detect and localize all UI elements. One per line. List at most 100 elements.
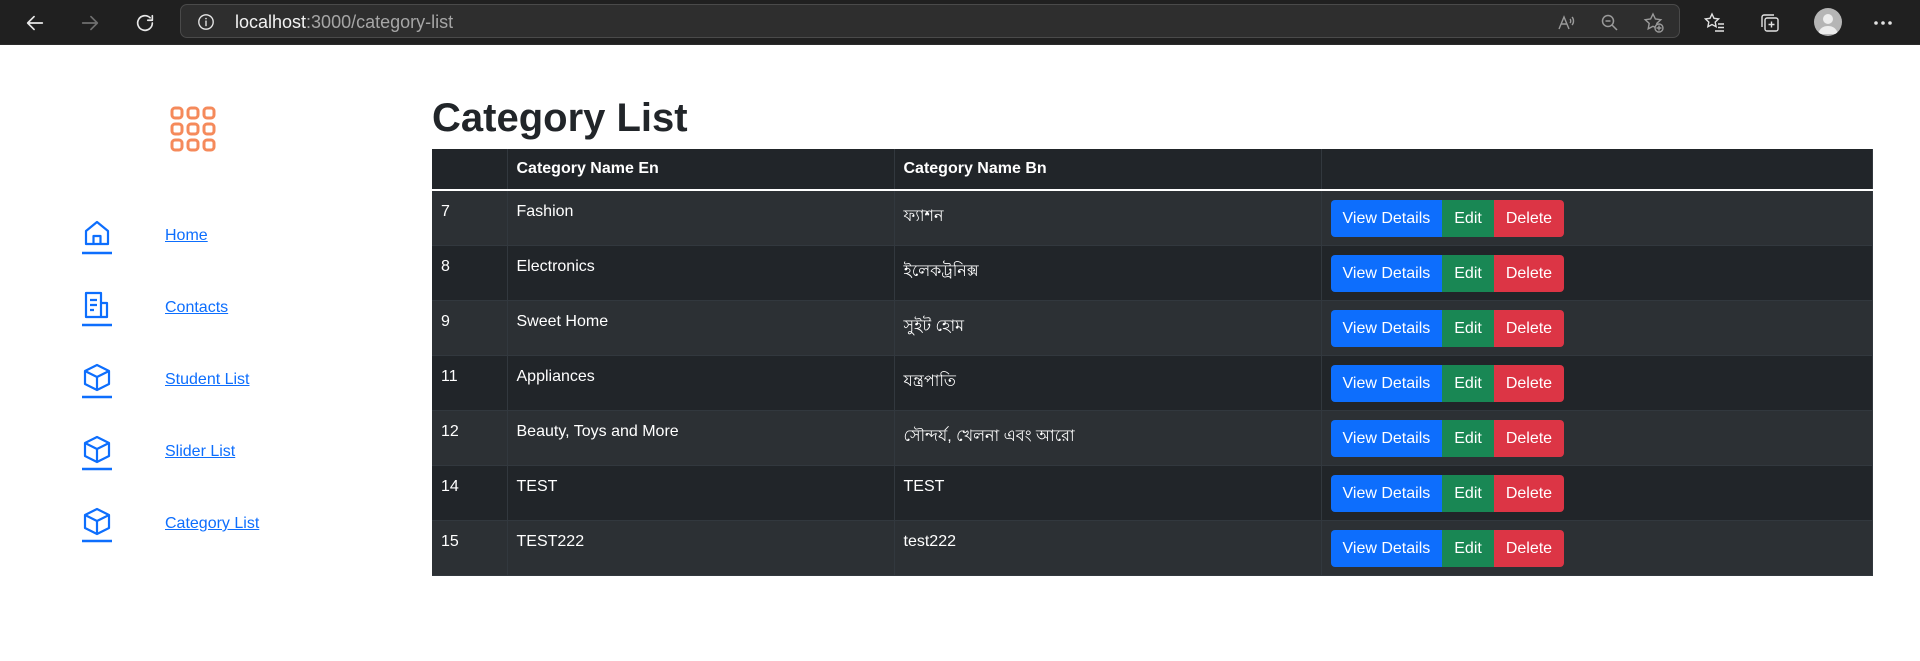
- cell-name-en: TEST: [507, 465, 895, 521]
- column-header-name-bn: Category Name Bn: [894, 149, 1322, 191]
- view-details-button[interactable]: View Details: [1330, 419, 1443, 457]
- sidebar-item-contacts[interactable]: Contacts: [80, 289, 340, 329]
- collections-button[interactable]: [1755, 8, 1785, 38]
- table-row: 14 TEST TEST View Details Edit Delete: [432, 465, 1873, 521]
- edit-button[interactable]: Edit: [1442, 200, 1494, 237]
- url-text[interactable]: localhost:3000/category-list: [235, 12, 453, 32]
- column-header-name-en: Category Name En: [507, 149, 895, 191]
- view-details-button[interactable]: View Details: [1330, 364, 1443, 402]
- edit-button[interactable]: Edit: [1442, 254, 1494, 292]
- back-button[interactable]: [18, 6, 52, 40]
- more-icon: [1874, 21, 1892, 25]
- profile-avatar[interactable]: [1814, 8, 1842, 36]
- refresh-button[interactable]: [128, 6, 162, 40]
- sidebar-link-slider-list[interactable]: Slider List: [165, 443, 235, 461]
- cell-id: 15: [432, 520, 508, 576]
- cell-actions: View Details Edit Delete: [1321, 355, 1873, 411]
- edit-button[interactable]: Edit: [1442, 419, 1494, 457]
- edit-button[interactable]: Edit: [1442, 529, 1494, 567]
- cell-id: 12: [432, 410, 508, 466]
- delete-button[interactable]: Delete: [1493, 529, 1565, 567]
- cell-name-en: Fashion: [507, 190, 895, 246]
- info-icon[interactable]: [197, 13, 215, 31]
- sidebar-link-contacts[interactable]: Contacts: [165, 299, 228, 317]
- arrow-left-icon: [26, 15, 44, 31]
- sidebar-item-category-list[interactable]: Category List: [80, 505, 340, 545]
- edit-button[interactable]: Edit: [1442, 474, 1494, 512]
- cell-id: 11: [432, 355, 508, 411]
- cell-actions: View Details Edit Delete: [1321, 300, 1873, 356]
- cell-name-en: Appliances: [507, 355, 895, 411]
- sidebar-link-student-list[interactable]: Student List: [165, 371, 250, 389]
- edit-button[interactable]: Edit: [1442, 309, 1494, 347]
- view-details-button[interactable]: View Details: [1330, 309, 1443, 347]
- cell-id: 14: [432, 465, 508, 521]
- page-title: Category List: [432, 96, 688, 140]
- arrow-right-icon: [81, 15, 99, 31]
- view-details-button[interactable]: View Details: [1330, 200, 1443, 237]
- table-row: 12 Beauty, Toys and More সৌন্দর্য, খেলনা…: [432, 410, 1873, 466]
- address-bar[interactable]: localhost:3000/category-list: [180, 4, 1680, 38]
- favorites-button[interactable]: [1700, 8, 1730, 38]
- home-icon: [82, 220, 112, 255]
- contacts-icon: [82, 291, 112, 327]
- table-row: 9 Sweet Home সুইট হোম View Details Edit …: [432, 300, 1873, 356]
- column-header-actions: [1321, 149, 1873, 191]
- cube-icon: [82, 363, 112, 399]
- delete-button[interactable]: Delete: [1493, 419, 1565, 457]
- delete-button[interactable]: Delete: [1493, 364, 1565, 402]
- url-path: :3000/category-list: [306, 12, 454, 32]
- settings-more-button[interactable]: [1868, 8, 1898, 38]
- cell-id: 8: [432, 245, 508, 301]
- url-host: localhost: [235, 12, 307, 32]
- read-aloud-icon[interactable]: [1555, 12, 1577, 34]
- edit-button[interactable]: Edit: [1442, 364, 1494, 402]
- cell-actions: View Details Edit Delete: [1321, 520, 1873, 576]
- view-details-button[interactable]: View Details: [1330, 474, 1443, 512]
- cell-name-bn: TEST: [894, 465, 1322, 521]
- cell-name-en: Beauty, Toys and More: [507, 410, 895, 466]
- view-details-button[interactable]: View Details: [1330, 254, 1443, 292]
- sidebar-item-student-list[interactable]: Student List: [80, 361, 340, 401]
- cell-name-bn: সৌন্দর্য, খেলনা এবং আরো: [894, 410, 1322, 466]
- cube-icon: [82, 435, 112, 471]
- cell-name-bn: সুইট হোম: [894, 300, 1322, 356]
- forward-button[interactable]: [73, 6, 107, 40]
- table-row: 11 Appliances যন্ত্রপাতি View Details Ed…: [432, 355, 1873, 411]
- refresh-icon: [136, 14, 154, 32]
- cell-id: 9: [432, 300, 508, 356]
- column-header-id: [432, 149, 508, 191]
- user-icon: [1818, 14, 1838, 34]
- zoom-out-icon[interactable]: [1599, 12, 1621, 34]
- cell-name-en: Electronics: [507, 245, 895, 301]
- cell-actions: View Details Edit Delete: [1321, 465, 1873, 521]
- sidebar-item-slider-list[interactable]: Slider List: [80, 433, 340, 473]
- table-row: 7 Fashion ফ্যাশন View Details Edit Delet…: [432, 190, 1873, 246]
- cell-id: 7: [432, 190, 508, 246]
- delete-button[interactable]: Delete: [1493, 474, 1565, 512]
- favorites-icon: [1704, 12, 1724, 32]
- cell-name-bn: ইলেকট্রনিক্স: [894, 245, 1322, 301]
- cell-actions: View Details Edit Delete: [1321, 245, 1873, 301]
- table-header-row: Category Name En Category Name Bn: [432, 149, 1873, 191]
- cell-name-bn: যন্ত্রপাতি: [894, 355, 1322, 411]
- sidebar-link-home[interactable]: Home: [165, 227, 208, 245]
- cell-name-bn: test222: [894, 520, 1322, 576]
- table-row: 15 TEST222 test222 View Details Edit Del…: [432, 520, 1873, 576]
- view-details-button[interactable]: View Details: [1330, 529, 1443, 567]
- sidebar-item-home[interactable]: Home: [80, 217, 340, 257]
- sidebar-link-category-list[interactable]: Category List: [165, 515, 259, 533]
- browser-toolbar: localhost:3000/category-list: [0, 0, 1920, 45]
- category-table: Category Name En Category Name Bn 7 Fash…: [432, 149, 1873, 576]
- cell-actions: View Details Edit Delete: [1321, 410, 1873, 466]
- delete-button[interactable]: Delete: [1493, 254, 1565, 292]
- delete-button[interactable]: Delete: [1493, 309, 1565, 347]
- cube-icon: [82, 507, 112, 543]
- delete-button[interactable]: Delete: [1493, 200, 1565, 237]
- collections-icon: [1761, 14, 1779, 32]
- app-grid-logo-icon: [170, 106, 216, 152]
- table-row: 8 Electronics ইলেকট্রনিক্স View Details …: [432, 245, 1873, 301]
- cell-name-en: Sweet Home: [507, 300, 895, 356]
- cell-name-bn: ফ্যাশন: [894, 190, 1322, 246]
- add-favorite-icon[interactable]: [1643, 12, 1665, 34]
